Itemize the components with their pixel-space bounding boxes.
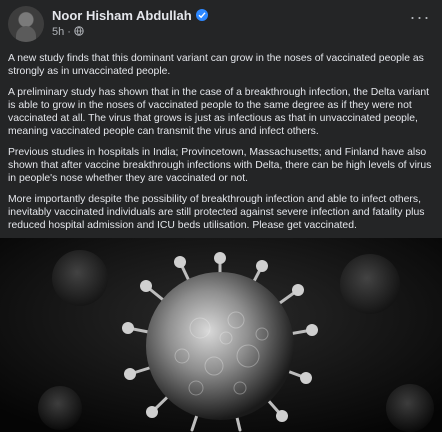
avatar[interactable]: [8, 6, 44, 42]
more-options-button[interactable]: ···: [408, 8, 432, 28]
author-name[interactable]: Noor Hisham Abdullah: [52, 8, 208, 23]
post-text: A new study finds that this dominant var…: [8, 52, 436, 240]
post-paragraph: Previous studies in hospitals in India; …: [8, 147, 432, 184]
globe-icon: [74, 26, 84, 36]
facebook-post: Noor Hisham Abdullah 5h · ··· A new study…: [0, 0, 442, 432]
post-image[interactable]: [0, 238, 442, 432]
coronavirus-illustration: [0, 238, 442, 432]
post-paragraph: More importantly despite the possibility…: [8, 194, 425, 231]
post-header: Noor Hisham Abdullah 5h · ···: [8, 6, 434, 42]
post-time[interactable]: 5h: [52, 26, 64, 38]
post-paragraph: A new study finds that this dominant var…: [8, 53, 424, 77]
post-paragraph: A preliminary study has shown that in th…: [8, 87, 430, 137]
author-name-text[interactable]: Noor Hisham Abdullah: [52, 8, 192, 23]
meta-separator: ·: [67, 26, 71, 38]
post-meta: 5h ·: [52, 26, 84, 38]
verified-badge-icon: [195, 9, 208, 21]
